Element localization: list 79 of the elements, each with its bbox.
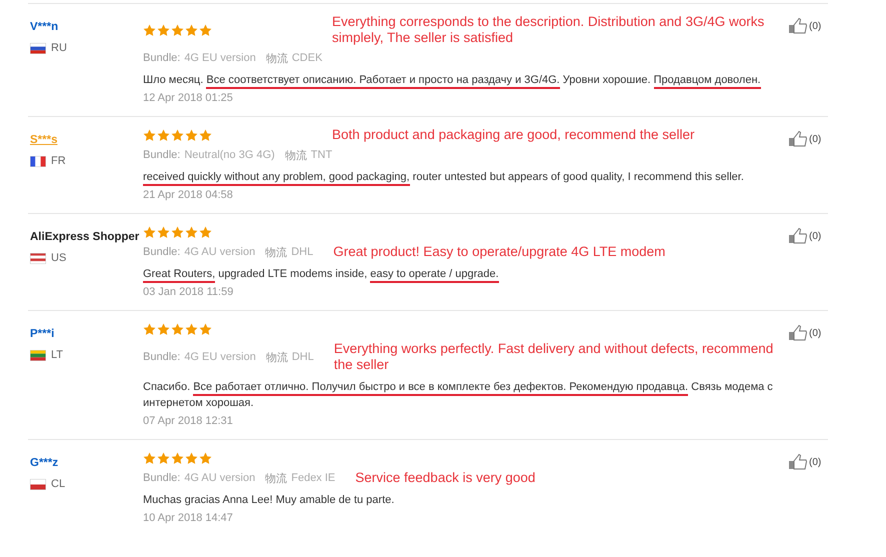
bundle-value: 4G AU version [184,472,256,484]
star-icon [171,452,184,464]
country-code: FR [51,155,66,167]
country-code: LT [51,349,64,361]
like-button[interactable]: (0) [788,131,822,147]
review-date: 12 Apr 2018 01:25 [143,92,234,104]
reviewer-name[interactable]: V***n [30,20,58,34]
star-icon [143,452,156,464]
shipping-label: 物流 [265,472,288,486]
star-icon [157,452,170,464]
star-icon [157,322,170,336]
bundle-label: Bundle: [143,52,180,64]
shipping-value: Fedex IE [291,472,336,484]
bundle-value: Neutral(no 3G 4G) [184,149,275,161]
bundle-value: 4G AU version [184,246,256,258]
star-icon [199,226,212,238]
like-button[interactable]: (0) [788,228,822,244]
star-icon [157,226,170,238]
star-icon [143,24,156,36]
reviewer-name[interactable]: P***i [30,327,54,341]
star-icon [143,322,156,336]
annotation-text: Everything works perfectly. Fast delivery and without defects, recommend the seller [334,341,774,373]
like-button[interactable]: (0) [788,325,822,341]
review-text: received quickly without any problem, good packaging, router untested but appears of good quality, I recommend this seller. [143,169,788,185]
bundle-label: Bundle: [143,246,180,258]
country-code: CL [51,478,66,490]
shipping-value: CDEK [292,52,322,64]
bundle-label: Bundle: [143,149,180,161]
star-icon [199,128,212,142]
shipping-label: 物流 [266,52,288,66]
star-icon [185,24,198,36]
review-date: 03 Jan 2018 11:59 [143,286,234,298]
review-date: 21 Apr 2018 04:58 [143,189,234,201]
star-icon [185,452,198,464]
bundle-label: Bundle: [143,351,180,363]
bundle-value: 4G EU version [184,351,256,363]
annotation-text: Great product! Easy to operate/upgrate 4G LTE modem [333,244,666,260]
shipping-value: DHL [291,246,314,258]
like-button[interactable]: (0) [788,18,822,34]
review-date: 10 Apr 2018 14:47 [143,512,234,524]
star-icon [143,226,156,238]
thumbs-up-icon [788,228,808,244]
shipping-label: 物流 [284,148,307,162]
star-icon [171,322,184,336]
star-icon [157,128,170,142]
reviewer-name[interactable]: AliExpress Shopper [30,230,140,244]
review-text: Muchas gracias Anna Lee! Muy amable de tu parte. [143,493,396,508]
bundle-label: Bundle: [143,472,180,484]
country-code: RU [51,42,67,54]
shipping-label: 物流 [266,350,288,364]
star-icon [171,128,184,142]
star-icon [143,128,156,142]
star-icon [185,226,198,238]
star-icon [157,24,170,36]
shipping-value: TNT [310,149,332,161]
annotation-text: Both product and packaging are good, recommend the seller [332,127,694,143]
thumbs-up-icon [788,131,808,147]
thumbs-up-icon [788,18,808,34]
country-code: US [51,252,66,264]
star-icon [199,322,212,336]
star-icon [171,226,184,238]
star-icon [185,128,198,142]
star-icon [185,322,198,336]
star-icon [199,24,212,36]
review-text: Шло месяц. Все соответствует описанию. Работает и просто на раздачу и 3G/4G. Уровни хорошие. Продавцом доволен. [143,72,788,88]
reviewer-name[interactable]: G***z [30,456,58,470]
shipping-label: 物流 [265,246,288,260]
like-button[interactable]: (0) [788,454,822,470]
star-icon [199,452,212,464]
bundle-value: 4G EU version [184,52,256,64]
thumbs-up-icon [788,454,808,470]
review-text: Спасибо. Все работает отлично. Получил быстро и все в комплекте без дефектов. Рекомендую продавца. Связь модема с интернетом хорошая. [143,380,774,411]
thumbs-up-icon [788,325,808,341]
annotation-text: Everything corresponds to the description. Distribution and 3G/4G works simplely, The seller is satisfied [332,14,766,46]
star-icon [171,24,184,36]
shipping-value: DHL [292,351,314,363]
review-date: 07 Apr 2018 12:31 [143,415,234,427]
review-text: Great Routers, upgraded LTE modems inside, easy to operate / upgrade. [143,266,788,282]
annotation-text: Service feedback is very good [355,470,536,486]
